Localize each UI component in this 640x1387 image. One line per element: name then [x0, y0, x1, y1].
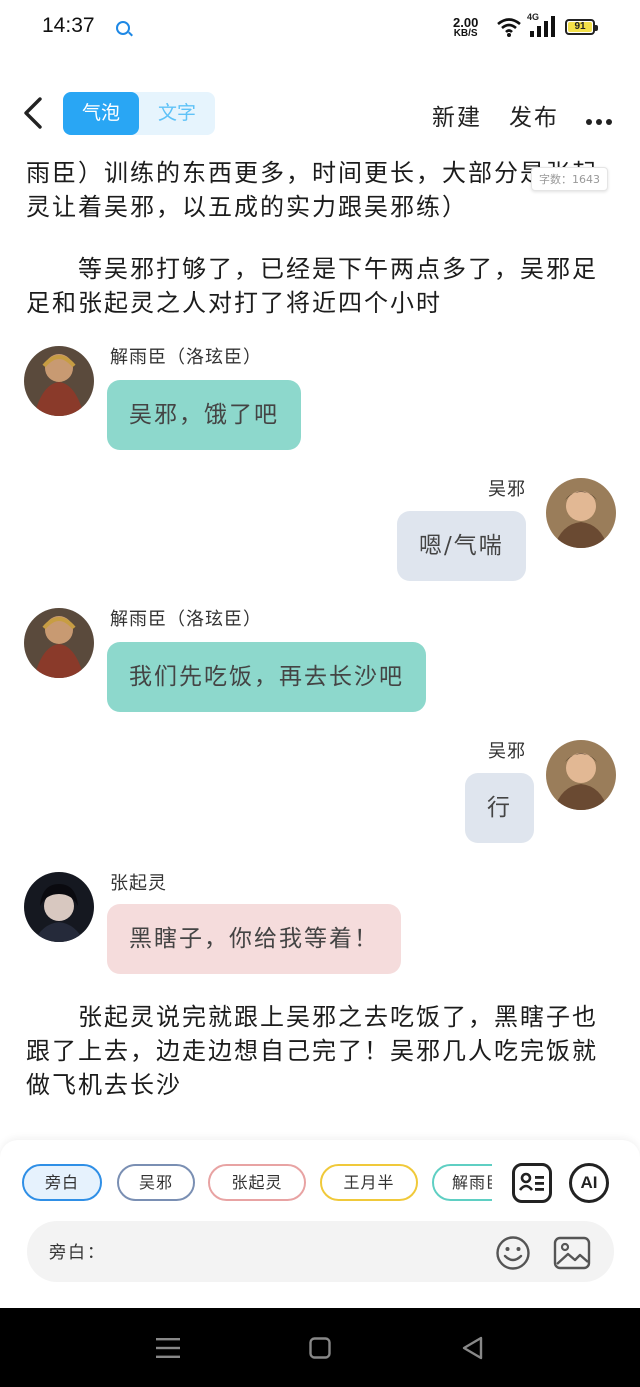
message-bubble[interactable]: 行: [465, 773, 534, 843]
message-sender: 解雨臣（洛玹臣）: [110, 609, 262, 630]
character-chip-wangyueban[interactable]: 王月半: [320, 1164, 418, 1201]
signal-icon: [530, 16, 555, 37]
menu-nav-icon[interactable]: [155, 1336, 181, 1360]
home-nav-icon[interactable]: [309, 1337, 331, 1359]
character-chip-wuxie[interactable]: 吴邪: [117, 1164, 195, 1201]
narration-paragraph: 张起灵说完就跟上吴邪之去吃饭了，黑瞎子也跟了上去，边走边想自己完了！吴邪几人吃完…: [26, 1003, 598, 1099]
narration-paragraph: 等吴邪打够了，已经是下午两点多了，吴邪足足和张起灵之人对打了将近四个小时: [26, 255, 598, 317]
back-nav-icon[interactable]: [461, 1336, 483, 1360]
message-sender: 吴邪: [488, 479, 526, 500]
character-selector: 旁白 吴邪 张起灵 王月半 解雨臣: [0, 1160, 492, 1206]
avatar-wuxie[interactable]: [546, 478, 616, 548]
character-chip-zhangqiling[interactable]: 张起灵: [208, 1164, 306, 1201]
avatar-xieyuchen[interactable]: [24, 608, 94, 678]
input-speaker-label: 旁白：: [49, 1243, 106, 1263]
publish-button[interactable]: 发布: [509, 98, 559, 132]
message-bubble[interactable]: 嗯/气喘: [397, 511, 526, 581]
word-count-badge: 字数：1643: [531, 167, 608, 191]
message-sender: 张起灵: [110, 873, 167, 894]
avatar-wuxie[interactable]: [546, 740, 616, 810]
profile-card-icon: [518, 1172, 544, 1191]
tab-bubble[interactable]: 气泡: [63, 92, 139, 135]
character-chip-xieyuchen[interactable]: 解雨臣: [432, 1164, 492, 1201]
battery-indicator: 91: [565, 19, 598, 35]
network-speed: 2.00 KB/S: [453, 16, 478, 39]
avatar-xieyuchen[interactable]: [24, 346, 94, 416]
message-bubble[interactable]: 黑瞎子，你给我等着！: [107, 904, 401, 974]
character-list-button[interactable]: [512, 1163, 552, 1203]
avatar-zhangqiling[interactable]: [24, 872, 94, 942]
ai-button[interactable]: AI: [569, 1163, 609, 1203]
more-icon[interactable]: [586, 110, 616, 129]
search-status-icon: [116, 21, 130, 35]
image-icon[interactable]: [553, 1235, 591, 1271]
character-chip-narrator[interactable]: 旁白: [22, 1164, 102, 1201]
message-sender: 吴邪: [488, 741, 526, 762]
status-time: 14:37: [42, 14, 95, 37]
message-bubble[interactable]: 吴邪，饿了吧: [107, 380, 301, 450]
new-button[interactable]: 新建: [432, 98, 482, 132]
message-sender: 解雨臣（洛玹臣）: [110, 347, 262, 368]
message-bubble[interactable]: 我们先吃饭，再去长沙吧: [107, 642, 426, 712]
wifi-icon: [497, 18, 521, 37]
tab-text[interactable]: 文字: [139, 92, 215, 135]
battery-percent: 91: [574, 21, 586, 32]
back-icon[interactable]: [20, 96, 54, 130]
emoji-icon[interactable]: [495, 1235, 531, 1271]
network-speed-unit: KB/S: [453, 28, 478, 39]
